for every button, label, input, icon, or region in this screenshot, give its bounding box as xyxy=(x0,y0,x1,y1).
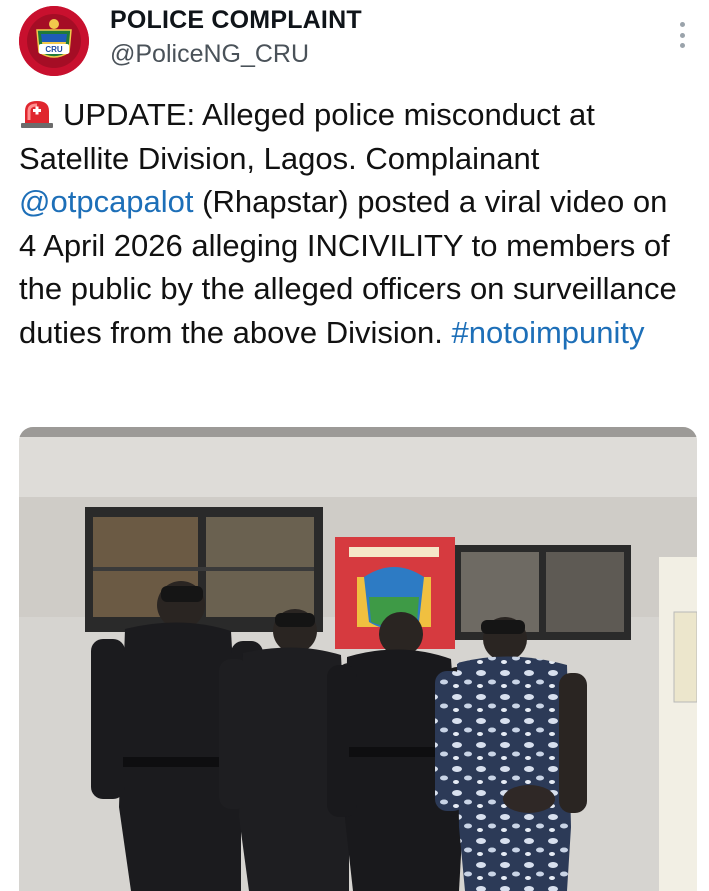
more-options-button[interactable] xyxy=(672,20,692,50)
display-name[interactable]: POLICE COMPLAINT xyxy=(110,6,362,35)
officers-photo xyxy=(19,427,697,891)
user-handle[interactable]: @PoliceNG_CRU xyxy=(110,40,309,69)
avatar[interactable]: CRU xyxy=(19,6,89,76)
police-light-icon xyxy=(21,101,53,128)
hashtag-link[interactable]: #notoimpunity xyxy=(452,315,645,350)
tweet-text: UPDATE: Alleged police misconduct at Sat… xyxy=(19,93,689,355)
police-badge-icon: CRU xyxy=(19,6,89,76)
tweet-photo[interactable] xyxy=(19,427,697,891)
tweet-header: CRU POLICE COMPLAINT @PoliceNG_CRU xyxy=(0,0,709,90)
mention-link[interactable]: @otpcapalot xyxy=(19,184,194,219)
more-vertical-icon xyxy=(679,22,685,27)
avatar-badge-text: CRU xyxy=(45,45,63,54)
tweet-text-intro: UPDATE: Alleged police misconduct at Sat… xyxy=(19,97,595,176)
